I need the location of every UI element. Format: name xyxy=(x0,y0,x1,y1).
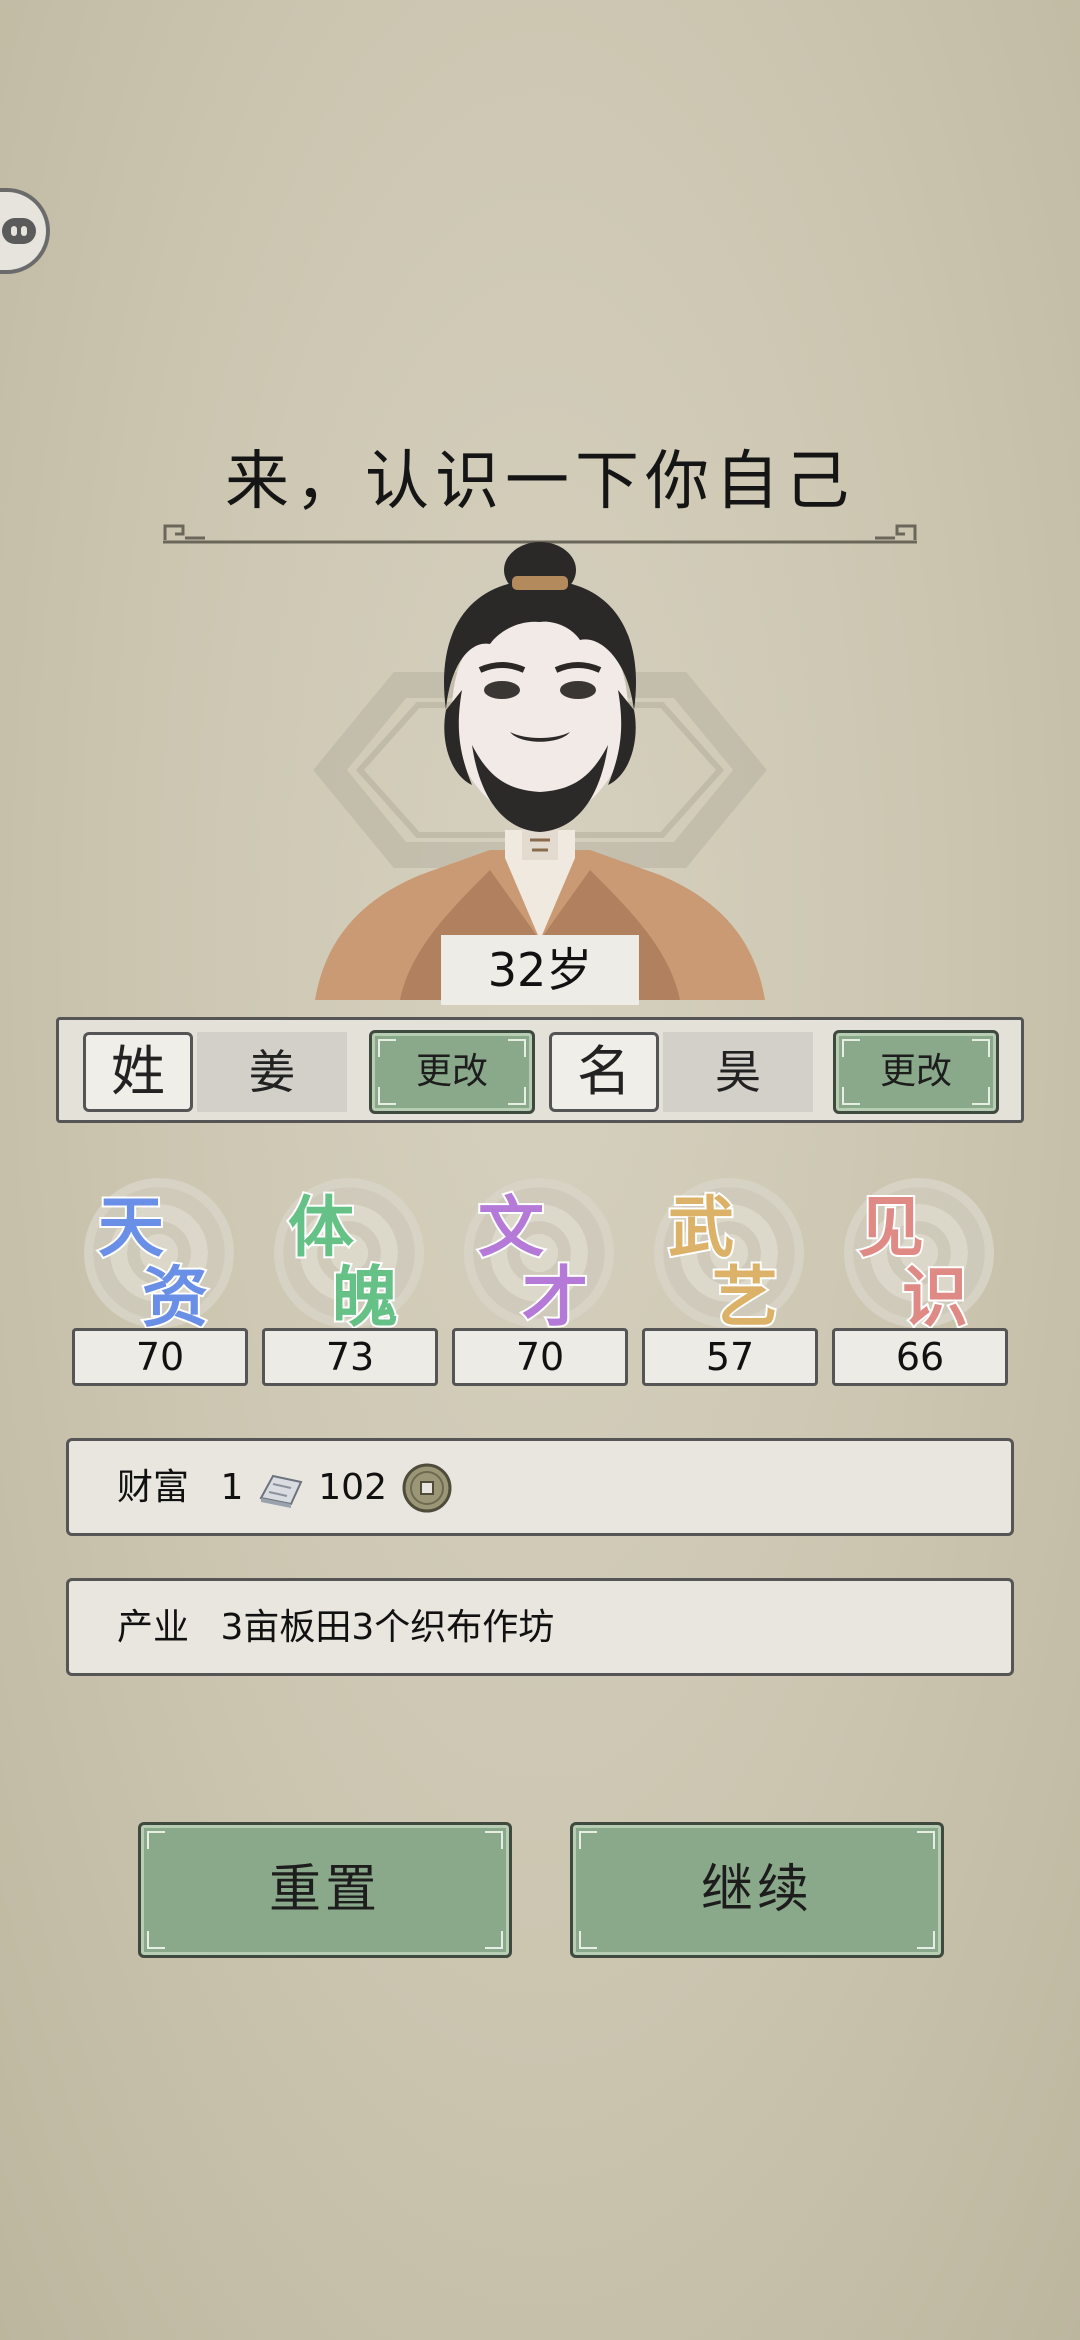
assistant-face-icon xyxy=(2,218,36,244)
stat-literary-value: 70 xyxy=(452,1328,628,1386)
given-name-value: 昊 xyxy=(663,1032,813,1112)
property-label: 产业 xyxy=(117,1607,190,1648)
stat-martial-char-2: 艺 xyxy=(710,1256,780,1338)
copper-coin-icon xyxy=(402,1463,452,1513)
surname-value: 姜 xyxy=(197,1032,347,1112)
age-label: 32岁 xyxy=(441,935,639,1005)
stat-talent: 天 资 70 xyxy=(72,1160,252,1390)
wealth-row: 财富 1 102 xyxy=(66,1438,1014,1536)
stat-martial: 武 艺 57 xyxy=(642,1160,822,1390)
stat-physique-char-2: 魄 xyxy=(330,1256,400,1338)
silver-amount: 1 xyxy=(220,1467,244,1508)
reset-label: 重置 xyxy=(268,1860,381,1920)
surname-label: 姓 xyxy=(83,1032,193,1112)
continue-button[interactable]: 继续 xyxy=(570,1822,944,1958)
change-surname-button[interactable]: 更改 xyxy=(369,1030,535,1114)
stat-literary-char-2: 才 xyxy=(520,1256,590,1338)
silver-ingot-icon xyxy=(259,1474,303,1508)
stat-physique-value: 73 xyxy=(262,1328,438,1386)
stat-physique: 体 魄 73 xyxy=(262,1160,442,1390)
given-name-label: 名 xyxy=(549,1032,659,1112)
stat-knowledge-char-2: 识 xyxy=(900,1256,970,1338)
property-value: 3亩板田3个织布作坊 xyxy=(220,1607,555,1648)
change-surname-label: 更改 xyxy=(415,1051,488,1092)
change-given-name-label: 更改 xyxy=(879,1051,952,1092)
property-row: 产业 3亩板田3个织布作坊 xyxy=(66,1578,1014,1676)
floating-assistant-button[interactable] xyxy=(0,188,50,274)
character-portrait xyxy=(313,542,767,1000)
stat-talent-value: 70 xyxy=(72,1328,248,1386)
stat-martial-value: 57 xyxy=(642,1328,818,1386)
wealth-label: 财富 xyxy=(117,1467,190,1508)
coin-amount: 102 xyxy=(318,1467,387,1508)
reset-button[interactable]: 重置 xyxy=(138,1822,512,1958)
name-panel: 姓 姜 更改 名 昊 更改 xyxy=(56,1017,1024,1123)
stat-knowledge: 见 识 66 xyxy=(832,1160,1012,1390)
stat-knowledge-value: 66 xyxy=(832,1328,1008,1386)
continue-label: 继续 xyxy=(700,1860,813,1920)
change-given-name-button[interactable]: 更改 xyxy=(833,1030,999,1114)
stat-talent-char-2: 资 xyxy=(140,1256,210,1338)
stat-literary: 文 才 70 xyxy=(452,1160,632,1390)
page-title: 来，认识一下你自己 xyxy=(225,445,855,519)
